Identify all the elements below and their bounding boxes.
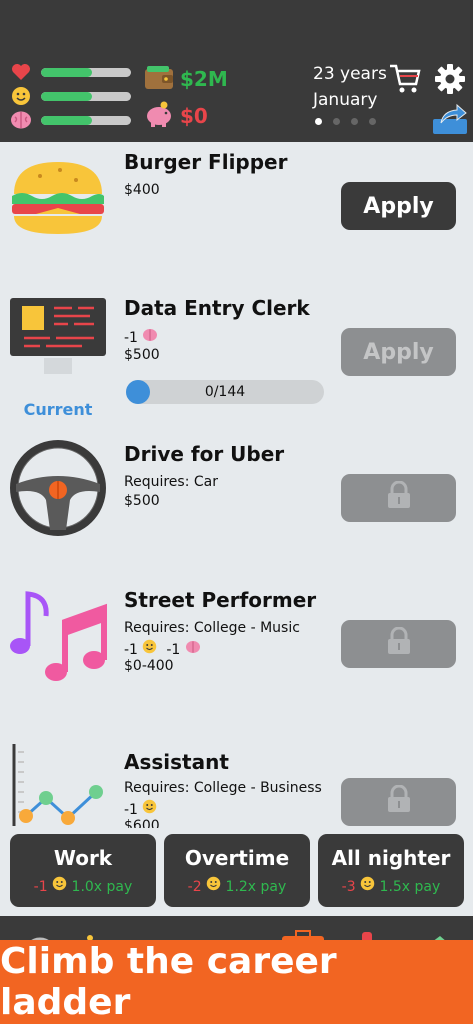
promo-banner: Climb the career ladder (0, 940, 473, 1024)
job-requirement: Requires: College - Music (124, 620, 300, 636)
page-dot (369, 118, 376, 125)
month-label: January (313, 90, 378, 110)
smarts-effect: -1 (124, 330, 138, 346)
locked-button[interactable] (341, 778, 456, 826)
all-nighter-button[interactable]: All nighter -3 1.5x pay (318, 834, 464, 907)
smiley-icon (360, 876, 375, 895)
job-list[interactable]: Burger Flipper $400 Apply Current Data E… (0, 142, 473, 828)
happiness-effect: -1 (124, 642, 138, 658)
job-item-assistant: Assistant Requires: College - Business -… (0, 742, 473, 828)
music-notes-icon (8, 584, 108, 688)
smiley-icon (142, 639, 157, 658)
job-pay: $0-400 (124, 658, 174, 674)
job-title: Assistant (124, 750, 229, 774)
brain-icon (185, 641, 201, 658)
action-detail: -2 1.2x pay (164, 876, 310, 895)
job-title: Data Entry Clerk (124, 296, 310, 320)
wallet-icon (144, 64, 174, 94)
apply-button[interactable]: Apply (341, 182, 456, 230)
smiley-icon (52, 876, 67, 895)
job-pay: $400 (124, 182, 160, 198)
computer-icon (10, 298, 106, 388)
gear-icon[interactable] (433, 62, 467, 100)
happiness-effect: -1 (124, 802, 138, 818)
action-name: Work (53, 846, 113, 870)
job-pay: $500 (124, 347, 160, 363)
lock-icon (387, 626, 411, 661)
page-dot (333, 118, 340, 125)
pay-multiplier: 1.2x pay (225, 879, 287, 895)
locked-button[interactable] (341, 474, 456, 522)
smiley-icon (206, 876, 221, 895)
page-dot (315, 118, 322, 125)
job-effects: -1 (124, 799, 157, 818)
job-item-burger-flipper: Burger Flipper $400 Apply (0, 142, 473, 288)
happiness-cost: -1 (33, 879, 48, 895)
job-item-drive-for-uber: Drive for Uber Requires: Car $500 (0, 434, 473, 580)
current-job-label: Current (23, 400, 93, 419)
brain-icon (142, 329, 158, 346)
brain-icon (10, 109, 32, 131)
job-pay: $500 (124, 493, 160, 509)
status-header: $2M $0 23 years January (0, 0, 473, 142)
share-icon[interactable] (431, 101, 469, 139)
bank-balance[interactable]: $2M (144, 64, 228, 94)
health-stat (10, 61, 131, 83)
action-name: All nighter (331, 846, 451, 870)
locked-button[interactable] (341, 620, 456, 668)
line-chart-icon (10, 744, 110, 828)
apply-button-disabled[interactable]: Apply (341, 328, 456, 376)
bank-amount: $2M (180, 67, 228, 91)
pay-multiplier: 1.5x pay (379, 879, 441, 895)
job-title: Drive for Uber (124, 442, 285, 466)
smarts-effect: -1 (166, 642, 181, 658)
work-actions: Work -1 1.0x pay Overtime -2 1.2x pay Al… (0, 828, 473, 916)
savings-amount: $0 (180, 104, 208, 128)
age-label: 23 years (313, 64, 387, 84)
job-title: Burger Flipper (124, 150, 288, 174)
steering-wheel-icon (10, 440, 106, 540)
happiness-stat (10, 85, 131, 107)
burger-icon (10, 160, 106, 240)
smarts-bar (41, 115, 131, 125)
savings-balance[interactable]: $0 (144, 101, 208, 131)
job-title: Street Performer (124, 588, 317, 612)
job-pay: $600 (124, 818, 160, 828)
pay-multiplier: 1.0x pay (71, 879, 133, 895)
age-display: 23 years January (313, 61, 387, 113)
action-name: Overtime (184, 846, 290, 870)
happiness-bar (41, 91, 131, 101)
shopping-cart-icon[interactable] (388, 62, 422, 100)
job-effects: -1 -1 (124, 639, 201, 658)
lock-icon (387, 784, 411, 819)
progress-text: 0/144 (204, 384, 246, 400)
happiness-cost: -3 (341, 879, 356, 895)
action-detail: -3 1.5x pay (318, 876, 464, 895)
page-dot (351, 118, 358, 125)
job-item-street-performer: Street Performer Requires: College - Mus… (0, 580, 473, 726)
happiness-cost: -2 (187, 879, 202, 895)
overtime-button[interactable]: Overtime -2 1.2x pay (164, 834, 310, 907)
smiley-icon (142, 799, 157, 818)
heart-icon (10, 61, 32, 83)
smarts-stat (10, 109, 131, 131)
lock-icon (387, 480, 411, 515)
promotion-progress-bar: 0/144 (126, 380, 324, 404)
job-requirement: Requires: Car (124, 474, 218, 490)
page-indicator (315, 118, 376, 125)
smiley-icon (10, 85, 32, 107)
health-bar (41, 67, 131, 77)
work-button[interactable]: Work -1 1.0x pay (10, 834, 156, 907)
job-requirement: Requires: College - Business (124, 780, 322, 796)
action-detail: -1 1.0x pay (10, 876, 156, 895)
piggy-bank-icon (144, 101, 174, 131)
job-item-data-entry-clerk: Current Data Entry Clerk -1 $500 Apply 0… (0, 288, 473, 434)
job-effects: -1 (124, 328, 158, 346)
